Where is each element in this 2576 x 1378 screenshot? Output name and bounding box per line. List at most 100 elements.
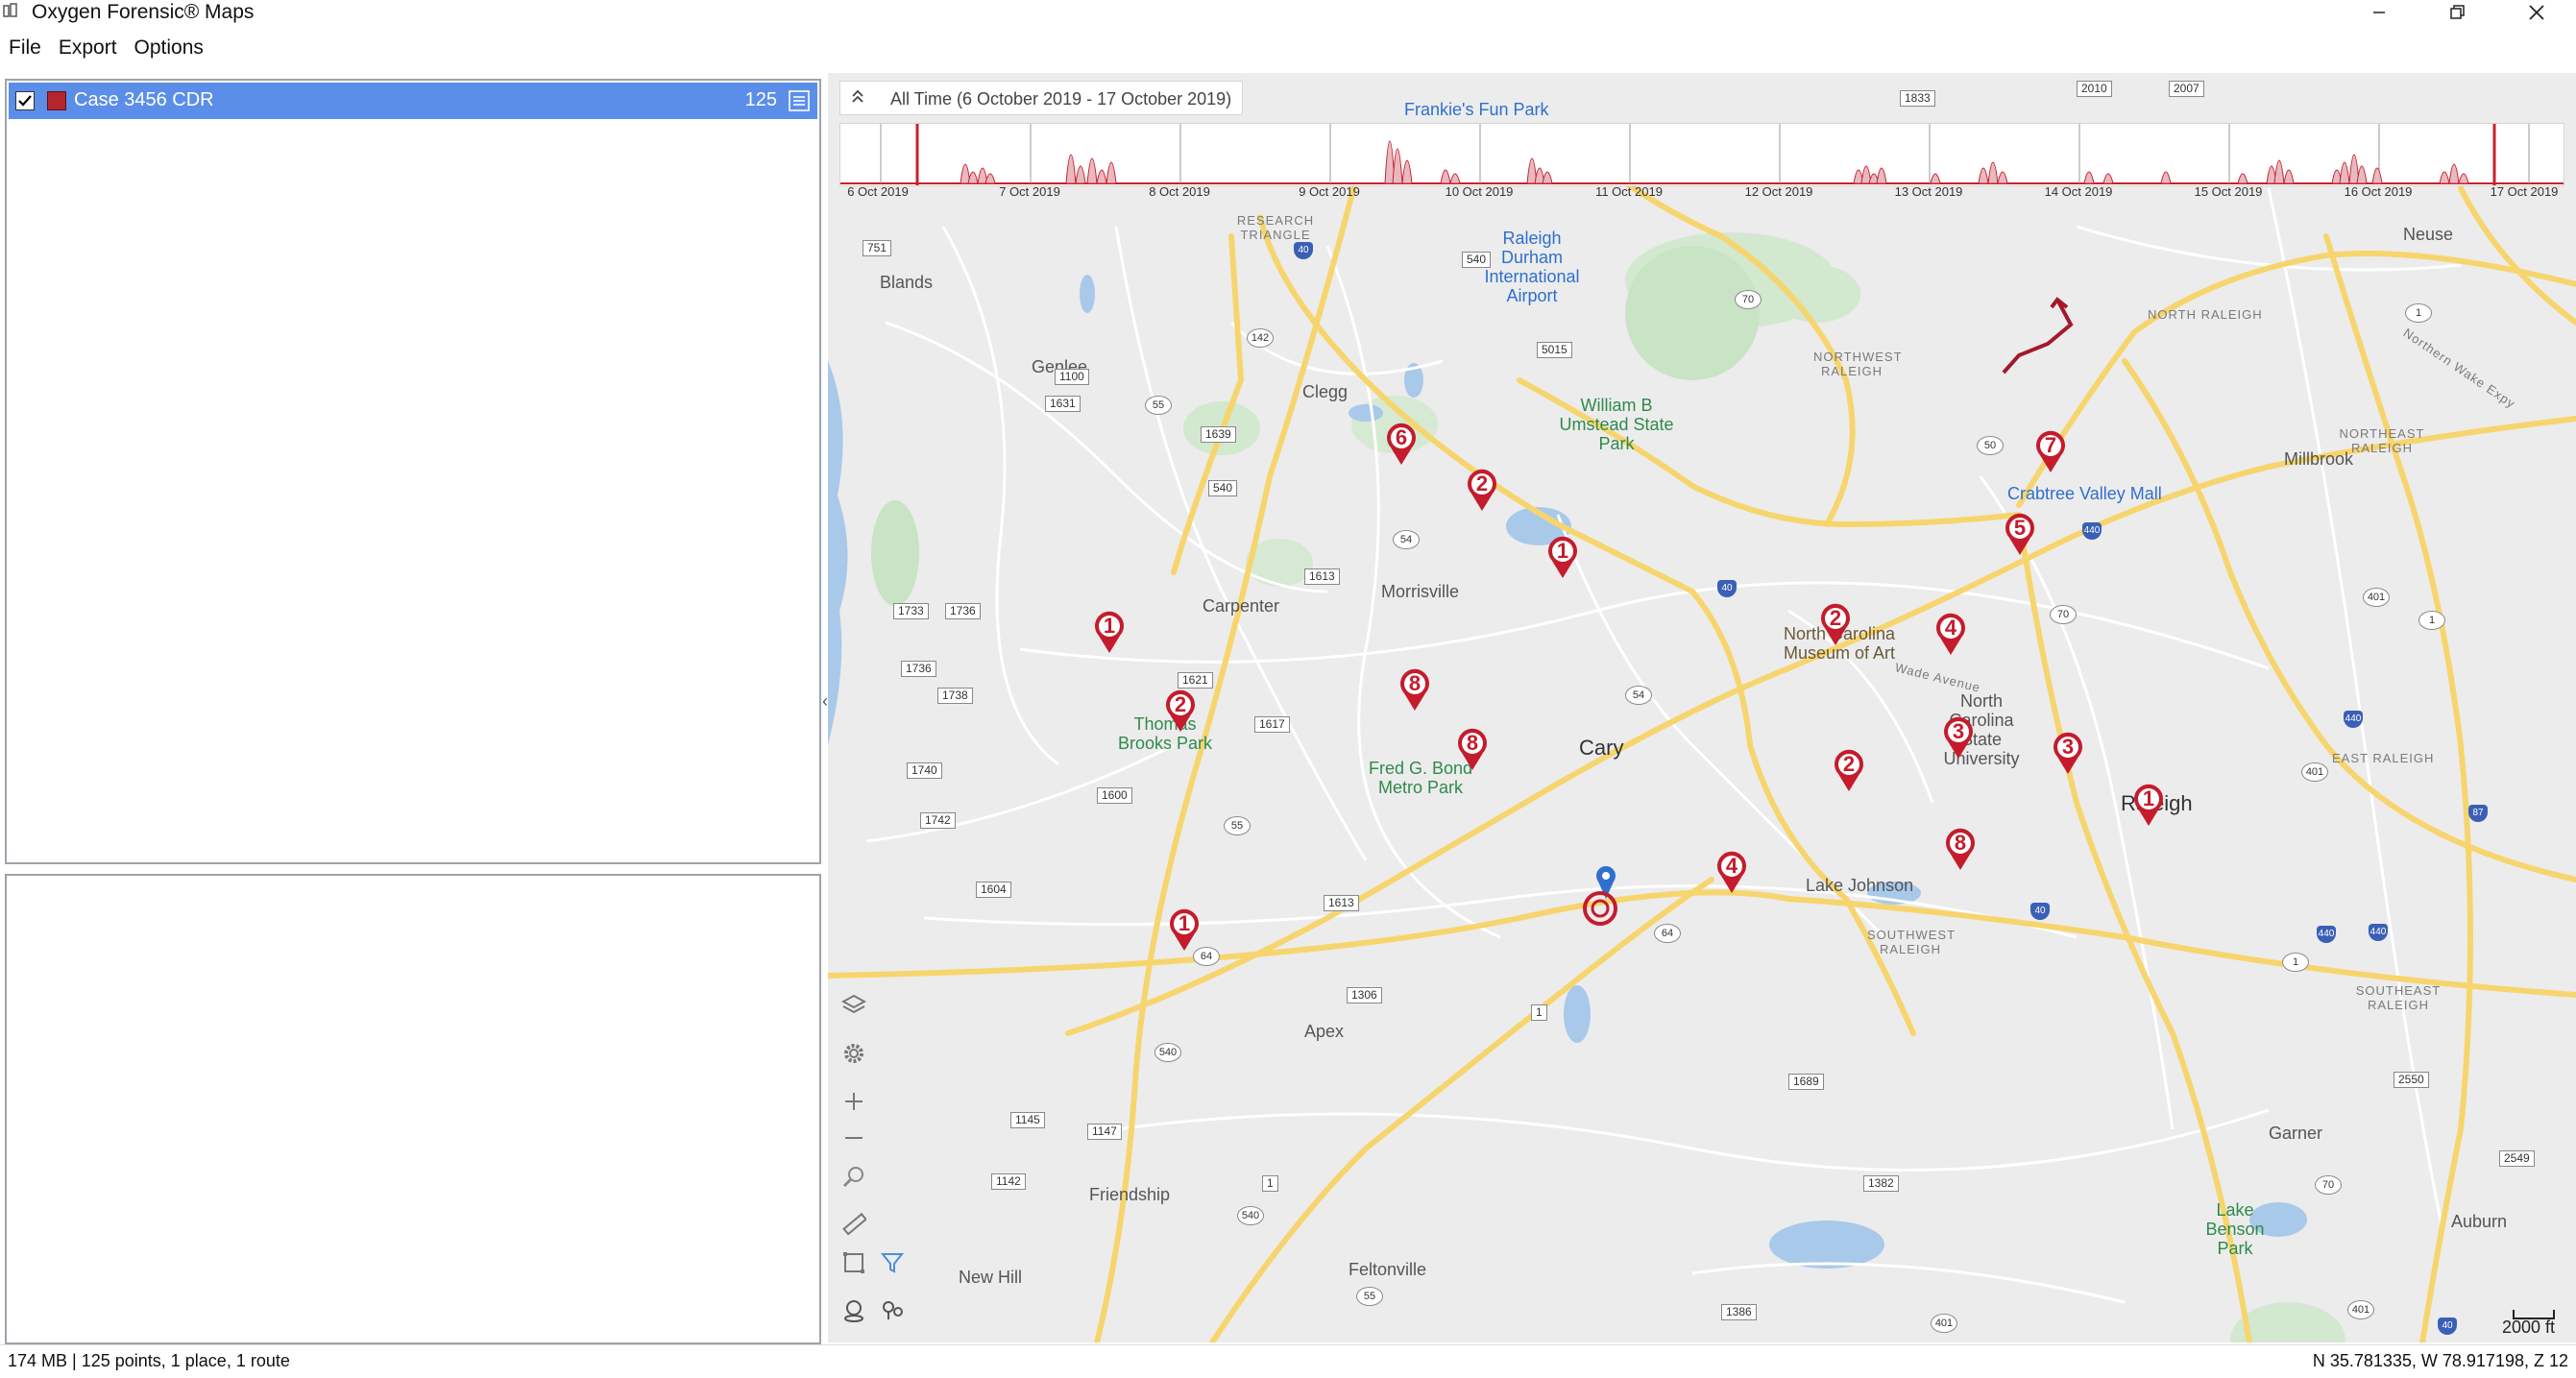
road-shield: 70	[2315, 1175, 2342, 1195]
map-marker[interactable]: 2	[1464, 467, 1500, 513]
road-shield: 751	[863, 240, 892, 256]
road-shield: 1604	[976, 882, 1011, 898]
place-label: Neuse	[2403, 225, 2454, 244]
zoom-search-button[interactable]	[838, 1160, 870, 1193]
timeline-activity-spike	[1096, 169, 1107, 184]
menu-export[interactable]: Export	[50, 29, 126, 67]
case-row[interactable]: Case 3456 CDR 125	[9, 83, 817, 119]
map-marker[interactable]: 8	[1397, 666, 1433, 713]
map-marker[interactable]: 2	[1817, 601, 1854, 647]
maximize-button[interactable]	[2424, 0, 2491, 25]
scale-label: 2000 ft	[2501, 1318, 2555, 1337]
menu-bar: File Export Options	[0, 29, 212, 67]
activity-histogram	[840, 124, 2564, 185]
map-marker[interactable]: 2	[1162, 688, 1199, 734]
timeline-panel: All Time (6 October 2019 - 17 October 20…	[839, 81, 2568, 200]
menu-options[interactable]: Options	[126, 29, 212, 67]
road-shield: 540	[1208, 480, 1238, 496]
map-view[interactable]: Blands Genlee Clegg Carpenter Morrisvill…	[828, 73, 2576, 1342]
map-marker[interactable]: 5	[2002, 511, 2038, 557]
road-shield: 70	[1735, 290, 1762, 309]
timeline-tick-label: 14 Oct 2019	[2044, 184, 2113, 199]
road-shield: 55	[1224, 816, 1251, 835]
road-shield: 54	[1393, 530, 1420, 549]
timeline-header[interactable]: All Time (6 October 2019 - 17 October 20…	[839, 81, 1243, 115]
marker-count: 2	[1842, 752, 1856, 776]
timeline-activity-spike	[1106, 161, 1117, 184]
map-marker[interactable]: 8	[1942, 826, 1979, 872]
map-marker[interactable]: 4	[1713, 849, 1750, 895]
map-marker[interactable]: 8	[1454, 726, 1491, 772]
layers-button[interactable]	[838, 989, 870, 1022]
select-area-button[interactable]	[838, 1246, 870, 1279]
marker-count: 7	[2044, 433, 2057, 457]
timeline-tick-label: 17 Oct 2019	[2490, 184, 2559, 199]
road-shield: 1	[2282, 953, 2309, 972]
timeline-activity-spike	[1978, 167, 1989, 184]
case-checkbox[interactable]	[15, 91, 35, 110]
place-label: Blands	[880, 273, 934, 292]
marker-count: 2	[1475, 471, 1489, 496]
road-shield: 1	[1531, 1004, 1547, 1021]
timeline-activity-spike	[1542, 171, 1553, 184]
map-marker[interactable]: 1	[2130, 782, 2167, 828]
timeline-activity-spike	[1997, 171, 2008, 184]
timeline-activity-spike	[2448, 163, 2460, 184]
road-shield: 1738	[937, 688, 973, 704]
zoom-out-button[interactable]	[838, 1122, 870, 1154]
road-shield: 1382	[1863, 1175, 1899, 1192]
map-marker[interactable]: 7	[2032, 428, 2069, 474]
map-marker[interactable]: 1	[1091, 609, 1128, 655]
timeline-histogram[interactable]	[839, 123, 2564, 186]
timeline-activity-spike	[1086, 157, 1098, 184]
map-marker[interactable]: 1	[1166, 907, 1203, 953]
case-count: 125	[744, 89, 777, 110]
marker-count: 4	[1944, 616, 1957, 640]
settings-icon	[844, 1044, 863, 1063]
timeline-activity-spike	[2283, 169, 2295, 184]
settings-button[interactable]	[838, 1037, 870, 1070]
layers-icon	[841, 994, 866, 1014]
map-marker[interactable]: 3	[1940, 714, 1977, 761]
close-button[interactable]	[2503, 0, 2570, 25]
map-marker[interactable]: 3	[2050, 730, 2086, 776]
timeline-activity-spike	[2273, 159, 2285, 184]
map-marker[interactable]: 2	[1831, 747, 1867, 793]
road-shield: 50	[1977, 436, 2004, 455]
timeline-tick-label: 11 Oct 2019	[1595, 184, 1663, 199]
marker-count: 3	[2061, 735, 2075, 759]
collapse-up-icon[interactable]	[850, 87, 865, 109]
road-shield: 1736	[945, 603, 981, 619]
menu-file[interactable]: File	[0, 29, 50, 67]
map-marker[interactable]: 6	[1383, 421, 1420, 467]
timeline-tick-label: 15 Oct 2019	[2194, 184, 2263, 199]
zoom-in-button[interactable]	[838, 1085, 870, 1118]
minimize-button[interactable]	[2345, 0, 2413, 25]
road-shield: 1740	[907, 762, 942, 779]
timeline-activity-spike	[1449, 173, 1461, 184]
map-marker[interactable]: 1	[1544, 534, 1581, 580]
place-label: Morrisville	[1381, 582, 1459, 601]
list-details-icon[interactable]	[789, 90, 810, 111]
zoom-search-icon	[842, 1167, 863, 1188]
road-shield: 1306	[1347, 987, 1382, 1003]
collapse-panel-icon[interactable]: ‹	[822, 691, 834, 726]
pin-button[interactable]	[838, 1294, 870, 1327]
app-logo-icon	[3, 3, 18, 18]
pins-button[interactable]	[876, 1294, 909, 1327]
ruler-button[interactable]	[838, 1208, 870, 1241]
timeline-activity-spike	[2371, 167, 2383, 184]
place-label: Apex	[1304, 1022, 1345, 1041]
map-marker[interactable]: 4	[1932, 611, 1969, 657]
timeline-activity-spike	[1876, 167, 1887, 184]
status-bar: 174 MB | 125 points, 1 place, 1 route N …	[0, 1344, 2576, 1378]
timeline-activity-spike	[1065, 154, 1077, 184]
park-label: Lake Benson Park	[2205, 1200, 2265, 1258]
timeline-activity-spike	[967, 171, 979, 184]
place-label: Garner	[2269, 1124, 2323, 1143]
status-coordinates: N 35.781335, W 78.917198, Z 12	[2312, 1351, 2568, 1370]
current-location-icon[interactable]	[1581, 860, 1623, 928]
road-shield: 55	[1145, 396, 1172, 415]
filter-button[interactable]	[876, 1246, 909, 1279]
checkmark-icon	[18, 95, 32, 107]
